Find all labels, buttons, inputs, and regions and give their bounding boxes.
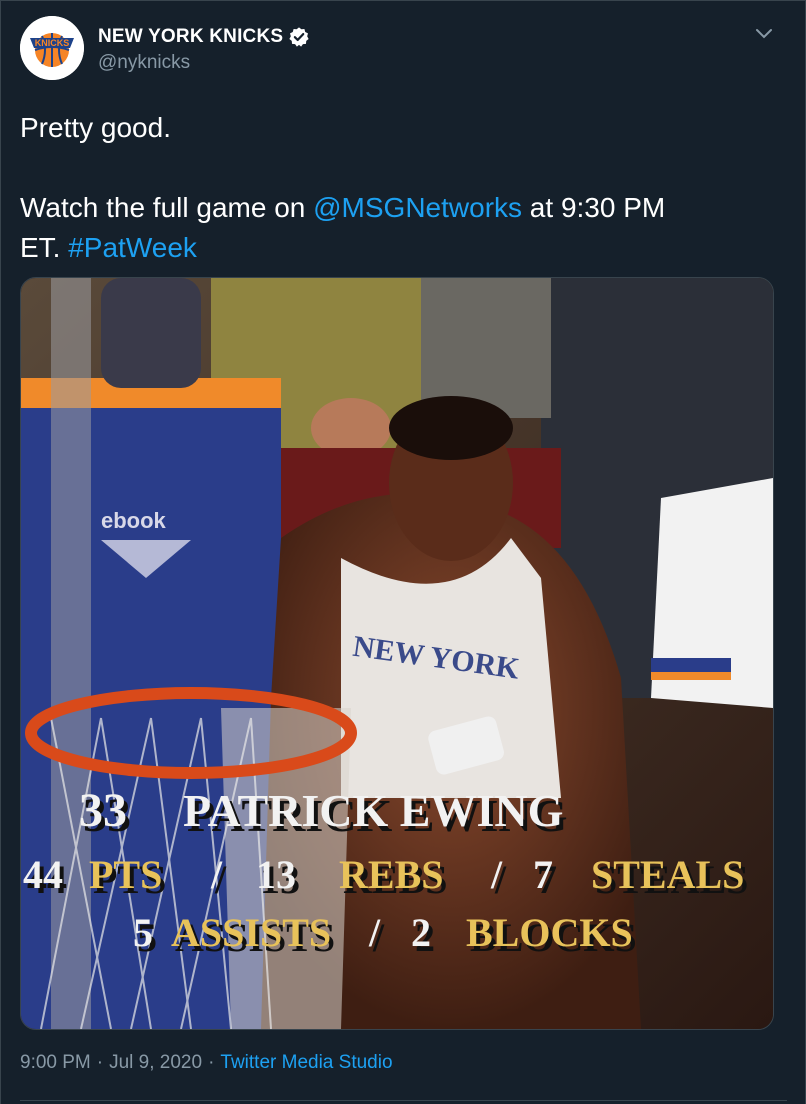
meta-separator: ·	[96, 1052, 104, 1073]
tweet-line-2: Watch the full game on @MSGNetworks at 9…	[20, 188, 780, 228]
jacket-logo: ebook	[101, 508, 167, 533]
video-media[interactable]: ebook NEW YORK 33 PATRICK EWING 33 PATRI…	[20, 277, 774, 1030]
stat-rebounds-label: REBS	[339, 852, 444, 897]
stat-steals-label: STEALS	[591, 852, 744, 897]
tweet-date[interactable]: Jul 9, 2020	[109, 1052, 202, 1074]
user-handle[interactable]: @nyknicks	[98, 52, 190, 74]
tweet-text-segment: at 9:30 PM	[522, 192, 666, 223]
tweet-text: Pretty good. Watch the full game on @MSG…	[20, 108, 780, 268]
tweet-text-segment: ET.	[20, 232, 69, 263]
mention-link[interactable]: @MSGNetworks	[313, 192, 522, 223]
stat-points-value: 44	[23, 852, 63, 897]
tweet-line-1: Pretty good.	[20, 112, 171, 143]
stat-separator: /	[368, 910, 381, 955]
tweet-text-segment: Watch the full game on	[20, 192, 314, 223]
top-divider	[1, 0, 806, 1]
player-number: 33	[79, 784, 127, 837]
chevron-down-icon[interactable]	[753, 24, 775, 44]
knicks-logo: KNICKS	[20, 16, 84, 80]
stat-assists-value: 5	[133, 910, 153, 955]
meta-separator: ·	[208, 1052, 215, 1073]
stat-blocks-label: BLOCKS	[466, 910, 633, 955]
bottom-divider	[20, 1100, 787, 1101]
verified-badge-icon	[289, 27, 309, 47]
stat-separator: /	[210, 852, 223, 897]
tweet-card: KNICKS NEW YORK KNICKS @nyknicks Pretty …	[0, 0, 806, 1104]
stat-separator: /	[490, 852, 503, 897]
tweet-metadata: 9:00 PM · Jul 9, 2020 · Twitter Media St…	[20, 1052, 393, 1074]
tweet-source-link[interactable]: Twitter Media Studio	[220, 1052, 392, 1074]
stat-points-label: PTS	[89, 852, 162, 897]
svg-text:KNICKS: KNICKS	[35, 38, 70, 48]
stat-steals-value: 7	[533, 852, 553, 897]
video-frame: ebook NEW YORK 33 PATRICK EWING 33 PATRI…	[21, 278, 773, 1029]
stat-assists-label: ASSISTS	[171, 910, 331, 955]
hashtag-link[interactable]: #PatWeek	[68, 232, 197, 263]
stat-blocks-value: 2	[411, 910, 431, 955]
tweet-line-3: ET. #PatWeek	[20, 228, 780, 268]
tweet-time[interactable]: 9:00 PM	[20, 1052, 91, 1074]
display-name[interactable]: NEW YORK KNICKS	[98, 26, 283, 48]
player-name: PATRICK EWING	[183, 785, 563, 836]
stat-rebounds-value: 13	[256, 852, 296, 897]
avatar[interactable]: KNICKS	[20, 16, 84, 80]
